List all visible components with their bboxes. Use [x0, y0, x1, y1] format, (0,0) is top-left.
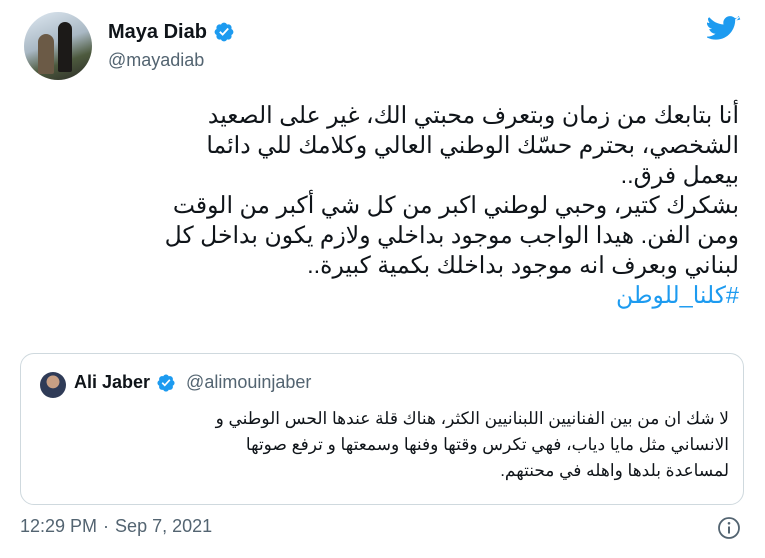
twitter-bird-icon[interactable] [707, 16, 741, 44]
tweet-time[interactable]: 12:29 PM [20, 516, 97, 537]
author-handle[interactable]: @mayadiab [108, 50, 204, 71]
verified-badge-icon [214, 22, 234, 42]
quoted-line: الانساني مثل مايا دياب، فهي تكرس وقتها و… [245, 435, 729, 454]
meta-separator: · [103, 516, 110, 536]
quoted-handle[interactable]: @alimouinjaber [186, 372, 311, 393]
quoted-author-avatar[interactable] [40, 372, 66, 398]
quoted-line: لا شك ان من بين الفنانيين اللبنانيين الك… [215, 409, 729, 428]
tweet-date[interactable]: Sep 7, 2021 [115, 516, 212, 537]
info-icon[interactable] [717, 516, 741, 540]
tweet-line: بيعمل فرق.. [620, 162, 739, 188]
tweet-line: لبناني وبعرف انه موجود بداخلك بكمية كبير… [307, 252, 739, 278]
author-display-name[interactable]: Maya Diab [108, 20, 207, 44]
tweet-line: بشكرك كتير، وحبي لوطني اكبر من كل شي أكب… [172, 192, 739, 218]
author-name-row[interactable]: Maya Diab [108, 20, 235, 44]
tweet-line: الشخصي، بحترم حسّك الوطني العالي وكلامك … [206, 132, 739, 158]
author-avatar[interactable] [24, 12, 92, 80]
avatar-figure [58, 22, 72, 72]
quoted-tweet[interactable]: Ali Jaber @alimouinjaber لا شك ان من بين… [20, 353, 744, 505]
verified-badge-icon [157, 373, 175, 392]
quoted-author-row[interactable]: Ali Jaber @alimouinjaber [74, 372, 311, 393]
quoted-line: لمساعدة بلدها واهله في محنتهم. [500, 461, 729, 480]
tweet-line: ومن الفن. هيدا الواجب موجود بداخلي ولازم… [164, 222, 739, 248]
quoted-text: لا شك ان من بين الفنانيين اللبنانيين الك… [39, 406, 729, 484]
tweet-line: أنا بتابعك من زمان وبتعرف محبتي الك، غير… [207, 102, 739, 128]
hashtag-link[interactable]: #كلنا_للوطن [29, 280, 739, 310]
tweet-text: أنا بتابعك من زمان وبتعرف محبتي الك، غير… [29, 100, 739, 310]
avatar-figure [38, 34, 54, 74]
tweet-timestamp[interactable]: 12:29 PM · Sep 7, 2021 [20, 516, 212, 537]
quoted-display-name[interactable]: Ali Jaber [74, 372, 150, 393]
